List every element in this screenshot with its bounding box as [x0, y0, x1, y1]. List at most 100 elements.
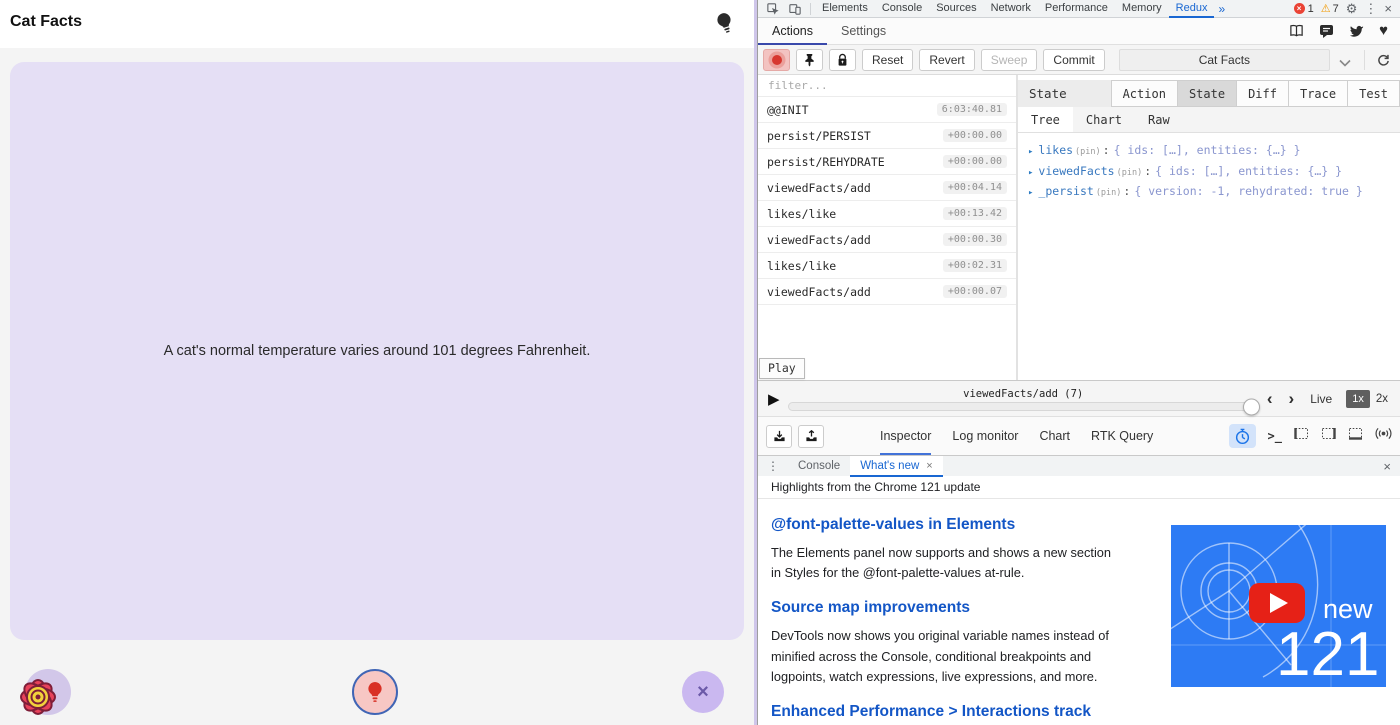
tab-raw[interactable]: Raw: [1135, 107, 1183, 132]
divider: [1364, 50, 1365, 70]
react-query-devtools-logo-icon[interactable]: [5, 666, 71, 725]
redux-main: @@INIT 6:03:40.81 persist/PERSIST +00:00…: [758, 75, 1400, 380]
warning-badge[interactable]: ⚠ 7: [1321, 2, 1339, 15]
expand-icon[interactable]: ▸: [1028, 168, 1033, 178]
tab-chart-monitor[interactable]: Chart: [1039, 417, 1070, 455]
settings-gear-icon[interactable]: ⚙: [1346, 2, 1358, 16]
dock-left-icon[interactable]: [1294, 427, 1309, 445]
whats-new-link[interactable]: Enhanced Performance > Interactions trac…: [771, 703, 1131, 721]
slider-track[interactable]: [788, 402, 1259, 411]
feedback-icon[interactable]: [1319, 24, 1334, 38]
tab-rtk-query[interactable]: RTK Query: [1091, 417, 1153, 455]
dispatcher-toggle-button[interactable]: [1229, 424, 1256, 448]
tab-actions[interactable]: Actions: [758, 18, 827, 45]
lightbulb-icon: [365, 681, 385, 703]
tree-row[interactable]: ▸viewedFacts(pin):{ ids: […], entities: …: [1028, 162, 1400, 183]
remote-connection-icon[interactable]: [1375, 427, 1392, 445]
more-tabs-icon[interactable]: »: [1214, 2, 1229, 16]
twitter-icon[interactable]: [1349, 24, 1364, 38]
tab-drawer-console[interactable]: Console: [788, 456, 850, 477]
tab-memory[interactable]: Memory: [1115, 0, 1169, 18]
filter-input[interactable]: [758, 75, 1016, 97]
expand-icon[interactable]: ▸: [1028, 188, 1033, 198]
sweep-button[interactable]: Sweep: [981, 49, 1038, 71]
live-button[interactable]: Live: [1310, 392, 1332, 406]
docs-book-icon[interactable]: [1289, 24, 1304, 38]
tab-state[interactable]: State: [1177, 80, 1236, 107]
speed-1x-button[interactable]: 1x: [1346, 390, 1370, 408]
dock-right-icon[interactable]: [1321, 427, 1336, 445]
menu-dots-icon[interactable]: ⋮: [1364, 2, 1377, 16]
tab-close-icon[interactable]: ×: [926, 460, 932, 472]
action-list-item[interactable]: viewedFacts/add +00:00.30: [758, 227, 1016, 253]
expand-icon[interactable]: ▸: [1028, 147, 1033, 157]
download-icon: [773, 430, 786, 443]
tab-trace[interactable]: Trace: [1288, 80, 1347, 107]
inspector-tabs: Action State Diff Trace Test: [1111, 80, 1400, 107]
record-button[interactable]: [763, 49, 790, 71]
action-timestamp: +00:02.31: [943, 259, 1007, 272]
slider-thumb[interactable]: [1243, 398, 1260, 415]
action-list-item[interactable]: viewedFacts/add +00:00.07: [758, 279, 1016, 305]
lock-button[interactable]: [829, 49, 856, 71]
tree-row[interactable]: ▸likes(pin):{ ids: […], entities: {…} }: [1028, 141, 1400, 162]
action-list-item[interactable]: viewedFacts/add +00:04.14: [758, 175, 1016, 201]
drawer-close-icon[interactable]: ×: [1383, 459, 1391, 474]
step-back-button[interactable]: ‹: [1267, 390, 1273, 407]
tab-log-monitor[interactable]: Log monitor: [952, 417, 1018, 455]
tab-inspector[interactable]: Inspector: [880, 417, 931, 455]
tab-performance[interactable]: Performance: [1038, 0, 1115, 18]
tab-settings[interactable]: Settings: [827, 18, 900, 45]
inspector-title: State: [1018, 86, 1067, 101]
tab-console[interactable]: Console: [875, 0, 929, 18]
action-list-item[interactable]: persist/PERSIST +00:00.00: [758, 123, 1016, 149]
cat-facts-app: Cat Facts A cat's normal temperature var…: [0, 0, 757, 725]
commit-button[interactable]: Commit: [1043, 49, 1104, 71]
timeline-slider[interactable]: viewedFacts/add (7): [788, 386, 1259, 411]
state-tree: ▸likes(pin):{ ids: […], entities: {…} } …: [1018, 133, 1400, 203]
whats-new-video-thumbnail[interactable]: new 121: [1171, 525, 1386, 687]
tab-redux[interactable]: Redux: [1169, 0, 1215, 18]
error-badge[interactable]: × 1: [1294, 3, 1314, 15]
action-timestamp: +00:00.00: [943, 155, 1007, 168]
pin-button[interactable]: [796, 49, 823, 71]
device-toolbar-icon[interactable]: [787, 2, 803, 16]
terminal-icon[interactable]: >_: [1268, 429, 1282, 443]
tab-chart[interactable]: Chart: [1073, 107, 1135, 132]
inspect-element-icon[interactable]: [765, 2, 781, 16]
tab-tree[interactable]: Tree: [1018, 107, 1073, 132]
step-forward-button[interactable]: ›: [1289, 390, 1295, 407]
action-list-item[interactable]: likes/like +00:13.42: [758, 201, 1016, 227]
tree-row[interactable]: ▸_persist(pin):{ version: -1, rehydrated…: [1028, 182, 1400, 203]
tab-action[interactable]: Action: [1111, 80, 1177, 107]
export-button[interactable]: [798, 425, 824, 448]
speed-2x-button[interactable]: 2x: [1376, 393, 1388, 405]
tab-sources[interactable]: Sources: [929, 0, 983, 18]
drawer-menu-icon[interactable]: ⋮: [758, 459, 788, 473]
reset-button[interactable]: Reset: [862, 49, 913, 71]
revert-button[interactable]: Revert: [919, 49, 974, 71]
whats-new-link[interactable]: @font-palette-values in Elements: [771, 516, 1131, 534]
whats-new-link[interactable]: Source map improvements: [771, 599, 1131, 617]
play-button[interactable]: ▶: [768, 390, 780, 408]
heart-icon[interactable]: ♥: [1379, 24, 1388, 38]
play-tooltip: Play: [759, 358, 805, 379]
lightbulb-icon[interactable]: [712, 9, 738, 36]
tab-test[interactable]: Test: [1347, 80, 1400, 107]
dismiss-button[interactable]: ×: [682, 671, 724, 713]
import-button[interactable]: [766, 425, 792, 448]
tab-diff[interactable]: Diff: [1236, 80, 1288, 107]
tab-network[interactable]: Network: [984, 0, 1038, 18]
devtools-close-icon[interactable]: ×: [1384, 2, 1392, 16]
dock-bottom-icon[interactable]: [1348, 427, 1363, 445]
tab-whats-new[interactable]: What's new ×: [850, 456, 943, 477]
action-list-item[interactable]: persist/REHYDRATE +00:00.00: [758, 149, 1016, 175]
state-inspector: State Action State Diff Trace Test Tree …: [1018, 75, 1400, 380]
action-list-item[interactable]: likes/like +00:02.31: [758, 253, 1016, 279]
action-list-item[interactable]: @@INIT 6:03:40.81: [758, 97, 1016, 123]
instance-select[interactable]: Cat Facts: [1119, 49, 1330, 71]
show-fact-button[interactable]: [352, 669, 398, 715]
tab-elements[interactable]: Elements: [815, 0, 875, 18]
refresh-icon[interactable]: [1371, 49, 1395, 71]
action-timestamp: 6:03:40.81: [937, 103, 1007, 116]
